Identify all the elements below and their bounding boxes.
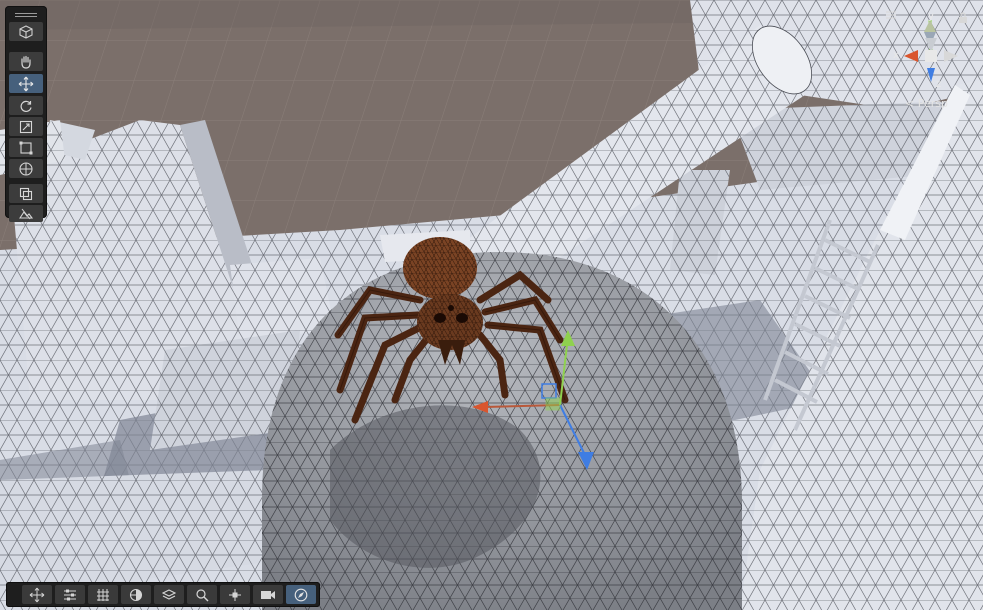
terrain-tool-icon[interactable] bbox=[9, 205, 43, 222]
camera-icon[interactable] bbox=[253, 585, 283, 604]
rect-icon[interactable] bbox=[9, 138, 43, 157]
overlay-toolbar bbox=[6, 582, 320, 607]
pivot-icon[interactable] bbox=[220, 585, 250, 604]
sliders-icon[interactable] bbox=[55, 585, 85, 604]
scale-icon[interactable] bbox=[9, 117, 43, 136]
shading-icon[interactable] bbox=[121, 585, 151, 604]
tool-palette bbox=[5, 6, 47, 222]
zoom-icon[interactable] bbox=[187, 585, 217, 604]
move-icon[interactable] bbox=[9, 74, 43, 93]
transform-icon[interactable] bbox=[9, 159, 43, 178]
compass-icon[interactable] bbox=[286, 585, 316, 604]
view-mode-icon[interactable] bbox=[9, 22, 43, 41]
gizmo-menu-icon[interactable] bbox=[885, 10, 897, 20]
rotate-icon[interactable] bbox=[9, 96, 43, 115]
gizmo-axis-x-label: x bbox=[893, 50, 899, 61]
hand-icon[interactable] bbox=[9, 52, 43, 71]
custom-tool-icon[interactable] bbox=[9, 184, 43, 203]
lock-icon[interactable] bbox=[958, 12, 968, 24]
move-tool-icon[interactable] bbox=[22, 585, 52, 604]
layers-icon[interactable] bbox=[154, 585, 184, 604]
gizmo-axis-y-label: y bbox=[928, 11, 934, 22]
scene-viewport[interactable]: y x z < Persp bbox=[0, 0, 983, 610]
scene-render[interactable] bbox=[0, 0, 983, 610]
gizmo-axis-z-label: z bbox=[936, 79, 942, 90]
projection-label[interactable]: < Persp bbox=[905, 97, 948, 110]
grid-icon[interactable] bbox=[88, 585, 118, 604]
